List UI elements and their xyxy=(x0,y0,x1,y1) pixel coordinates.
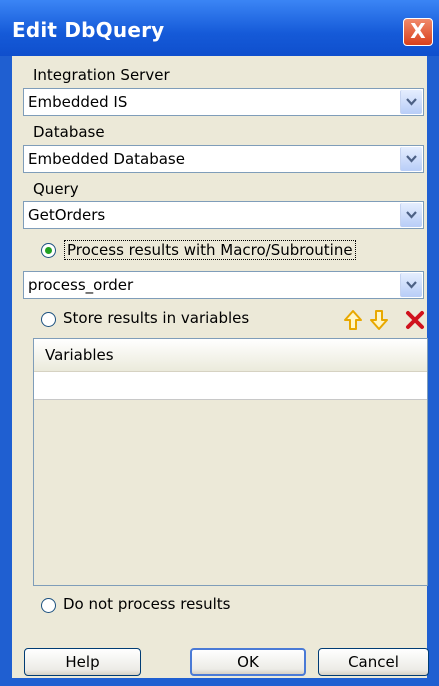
store-variables-label[interactable]: Store results in variables xyxy=(63,309,249,327)
cancel-button[interactable]: Cancel xyxy=(318,648,429,676)
ok-button[interactable]: OK xyxy=(190,648,306,676)
query-value: GetOrders xyxy=(28,206,106,224)
variables-column-header[interactable]: Variables xyxy=(34,339,427,372)
chevron-down-icon[interactable] xyxy=(400,90,422,114)
arrow-down-icon[interactable] xyxy=(369,309,389,331)
help-button[interactable]: Help xyxy=(24,648,141,676)
table-row[interactable] xyxy=(34,372,427,400)
dialog-window: Edit DbQuery X Integration Server Embedd… xyxy=(0,0,439,686)
do-not-process-radio[interactable] xyxy=(41,598,56,613)
window-title: Edit DbQuery xyxy=(12,18,165,42)
database-label: Database xyxy=(33,123,105,141)
query-select[interactable]: GetOrders xyxy=(23,201,424,229)
process-macro-label[interactable]: Process results with Macro/Subroutine xyxy=(64,240,356,260)
radio-selected-dot xyxy=(45,247,52,254)
database-value: Embedded Database xyxy=(28,150,185,168)
variables-table: Variables xyxy=(33,338,428,586)
arrow-up-icon[interactable] xyxy=(343,309,363,331)
chevron-down-icon[interactable] xyxy=(400,273,422,297)
close-button[interactable]: X xyxy=(403,18,433,46)
delete-x-icon[interactable] xyxy=(405,309,425,331)
title-bar[interactable]: Edit DbQuery X xyxy=(0,0,439,56)
query-label: Query xyxy=(33,180,79,198)
variables-header-label: Variables xyxy=(45,346,114,364)
chevron-down-icon[interactable] xyxy=(400,203,422,227)
process-macro-radio[interactable] xyxy=(41,243,56,258)
macro-value: process_order xyxy=(28,276,134,294)
database-select[interactable]: Embedded Database xyxy=(23,145,424,173)
store-variables-radio[interactable] xyxy=(41,312,56,327)
integration-server-select[interactable]: Embedded IS xyxy=(23,88,424,116)
chevron-down-icon[interactable] xyxy=(400,147,422,171)
integration-server-label: Integration Server xyxy=(33,66,170,84)
macro-select[interactable]: process_order xyxy=(23,271,424,299)
do-not-process-label[interactable]: Do not process results xyxy=(63,595,231,613)
integration-server-value: Embedded IS xyxy=(28,93,128,111)
